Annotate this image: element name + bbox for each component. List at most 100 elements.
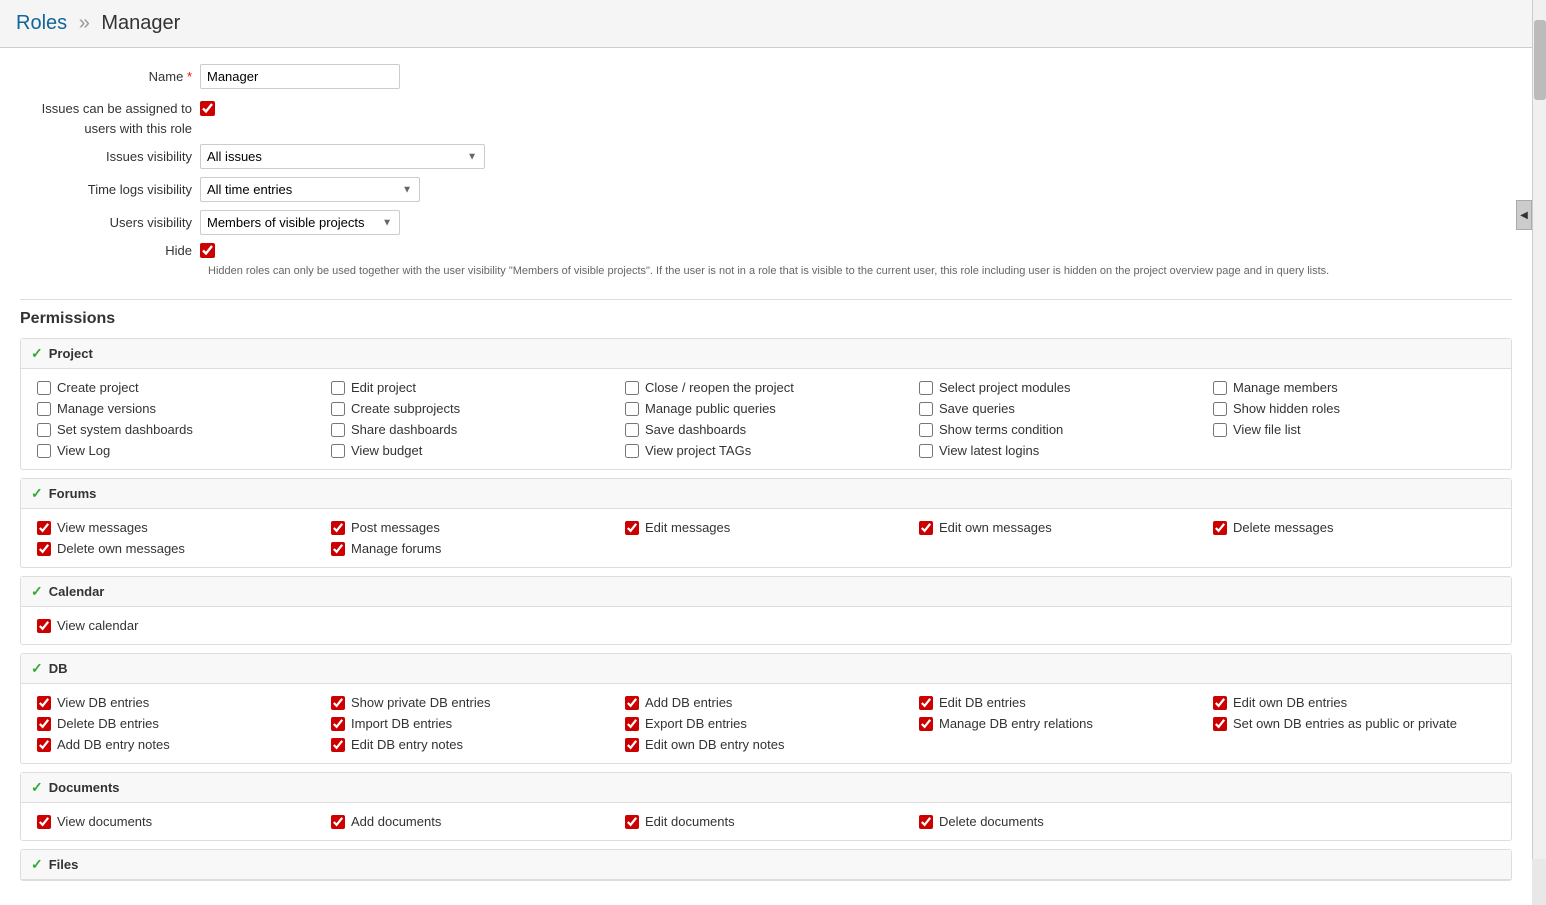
checkbox-create_project[interactable] — [37, 381, 51, 395]
label-import_db_entries[interactable]: Import DB entries — [351, 716, 452, 731]
checkbox-post_messages[interactable] — [331, 521, 345, 535]
checkbox-manage_versions[interactable] — [37, 402, 51, 416]
checkbox-view_file_list[interactable] — [1213, 423, 1227, 437]
label-create_subprojects[interactable]: Create subprojects — [351, 401, 460, 416]
checkbox-add_documents[interactable] — [331, 815, 345, 829]
checkbox-close_reopen[interactable] — [625, 381, 639, 395]
checkbox-show_hidden_roles[interactable] — [1213, 402, 1227, 416]
label-view_documents[interactable]: View documents — [57, 814, 152, 829]
label-show_hidden_roles[interactable]: Show hidden roles — [1233, 401, 1340, 416]
label-manage_forums[interactable]: Manage forums — [351, 541, 441, 556]
roles-link[interactable]: Roles — [16, 12, 67, 34]
checkbox-add_db_entry_notes[interactable] — [37, 738, 51, 752]
label-edit_db_entries[interactable]: Edit DB entries — [939, 695, 1026, 710]
scrollbar-thumb[interactable] — [1534, 20, 1546, 100]
label-save_dashboards[interactable]: Save dashboards — [645, 422, 746, 437]
checkbox-export_db_entries[interactable] — [625, 717, 639, 731]
perm-item-manage_forums: Manage forums — [325, 538, 619, 559]
name-label: Name * — [20, 69, 200, 84]
checkbox-add_db_entries[interactable] — [625, 696, 639, 710]
checkbox-manage_forums[interactable] — [331, 542, 345, 556]
label-edit_messages[interactable]: Edit messages — [645, 520, 730, 535]
checkbox-edit_db_entries[interactable] — [919, 696, 933, 710]
checkbox-edit_own_db_entry_notes[interactable] — [625, 738, 639, 752]
checkbox-view_budget[interactable] — [331, 444, 345, 458]
label-share_dashboards[interactable]: Share dashboards — [351, 422, 457, 437]
checkbox-import_db_entries[interactable] — [331, 717, 345, 731]
label-view_budget[interactable]: View budget — [351, 443, 422, 458]
checkbox-delete_db_entries[interactable] — [37, 717, 51, 731]
label-edit_db_entry_notes[interactable]: Edit DB entry notes — [351, 737, 463, 752]
label-view_log[interactable]: View Log — [57, 443, 110, 458]
label-view_file_list[interactable]: View file list — [1233, 422, 1301, 437]
label-view_project_tags[interactable]: View project TAGs — [645, 443, 751, 458]
label-select_modules[interactable]: Select project modules — [939, 380, 1071, 395]
checkbox-share_dashboards[interactable] — [331, 423, 345, 437]
checkbox-view_db_entries[interactable] — [37, 696, 51, 710]
scrollbar-track[interactable] — [1532, 0, 1546, 859]
checkbox-view_log[interactable] — [37, 444, 51, 458]
checkbox-save_queries[interactable] — [919, 402, 933, 416]
checkbox-manage_public_queries[interactable] — [625, 402, 639, 416]
issues-assignable-checkbox[interactable] — [200, 101, 215, 116]
checkbox-edit_db_entry_notes[interactable] — [331, 738, 345, 752]
hide-checkbox[interactable] — [200, 243, 215, 258]
label-add_db_entry_notes[interactable]: Add DB entry notes — [57, 737, 170, 752]
label-delete_messages[interactable]: Delete messages — [1233, 520, 1333, 535]
checkbox-edit_messages[interactable] — [625, 521, 639, 535]
label-add_db_entries[interactable]: Add DB entries — [645, 695, 732, 710]
label-manage_versions[interactable]: Manage versions — [57, 401, 156, 416]
label-add_documents[interactable]: Add documents — [351, 814, 441, 829]
checkbox-select_modules[interactable] — [919, 381, 933, 395]
checkbox-view_messages[interactable] — [37, 521, 51, 535]
label-view_calendar[interactable]: View calendar — [57, 618, 138, 633]
label-view_latest_logins[interactable]: View latest logins — [939, 443, 1039, 458]
label-show_private_db_entries[interactable]: Show private DB entries — [351, 695, 490, 710]
collapse-sidebar-btn[interactable]: ◀ — [1516, 200, 1532, 230]
checkbox-set_system_dashboards[interactable] — [37, 423, 51, 437]
checkbox-create_subprojects[interactable] — [331, 402, 345, 416]
checkbox-delete_documents[interactable] — [919, 815, 933, 829]
checkbox-edit_project[interactable] — [331, 381, 345, 395]
label-edit_own_messages[interactable]: Edit own messages — [939, 520, 1052, 535]
label-set_own_db_entries_public[interactable]: Set own DB entries as public or private — [1233, 716, 1457, 731]
checkbox-edit_own_db_entries[interactable] — [1213, 696, 1227, 710]
checkbox-manage_members[interactable] — [1213, 381, 1227, 395]
label-create_project[interactable]: Create project — [57, 380, 139, 395]
label-export_db_entries[interactable]: Export DB entries — [645, 716, 747, 731]
label-set_system_dashboards[interactable]: Set system dashboards — [57, 422, 193, 437]
label-show_terms_condition[interactable]: Show terms condition — [939, 422, 1063, 437]
checkbox-manage_db_entry_relations[interactable] — [919, 717, 933, 731]
checkbox-edit_own_messages[interactable] — [919, 521, 933, 535]
label-save_queries[interactable]: Save queries — [939, 401, 1015, 416]
checkbox-view_latest_logins[interactable] — [919, 444, 933, 458]
label-manage_members[interactable]: Manage members — [1233, 380, 1338, 395]
name-input[interactable] — [200, 64, 400, 89]
issues-visibility-select[interactable]: All issues Issues created by or assigned… — [200, 144, 485, 169]
time-logs-select[interactable]: All time entries Time entries of project… — [200, 177, 420, 202]
label-manage_db_entry_relations[interactable]: Manage DB entry relations — [939, 716, 1093, 731]
label-manage_public_queries[interactable]: Manage public queries — [645, 401, 776, 416]
label-close_reopen[interactable]: Close / reopen the project — [645, 380, 794, 395]
users-visibility-select[interactable]: Members of visible projects All active u… — [200, 210, 400, 235]
label-delete_own_messages[interactable]: Delete own messages — [57, 541, 185, 556]
label-edit_own_db_entry_notes[interactable]: Edit own DB entry notes — [645, 737, 784, 752]
label-edit_documents[interactable]: Edit documents — [645, 814, 735, 829]
checkbox-view_calendar[interactable] — [37, 619, 51, 633]
label-edit_own_db_entries[interactable]: Edit own DB entries — [1233, 695, 1347, 710]
label-view_db_entries[interactable]: View DB entries — [57, 695, 149, 710]
checkbox-view_project_tags[interactable] — [625, 444, 639, 458]
label-delete_documents[interactable]: Delete documents — [939, 814, 1044, 829]
checkbox-set_own_db_entries_public[interactable] — [1213, 717, 1227, 731]
checkbox-view_documents[interactable] — [37, 815, 51, 829]
label-view_messages[interactable]: View messages — [57, 520, 148, 535]
checkbox-edit_documents[interactable] — [625, 815, 639, 829]
label-edit_project[interactable]: Edit project — [351, 380, 416, 395]
checkbox-show_private_db_entries[interactable] — [331, 696, 345, 710]
label-delete_db_entries[interactable]: Delete DB entries — [57, 716, 159, 731]
checkbox-delete_own_messages[interactable] — [37, 542, 51, 556]
label-post_messages[interactable]: Post messages — [351, 520, 440, 535]
checkbox-delete_messages[interactable] — [1213, 521, 1227, 535]
checkbox-save_dashboards[interactable] — [625, 423, 639, 437]
checkbox-show_terms_condition[interactable] — [919, 423, 933, 437]
